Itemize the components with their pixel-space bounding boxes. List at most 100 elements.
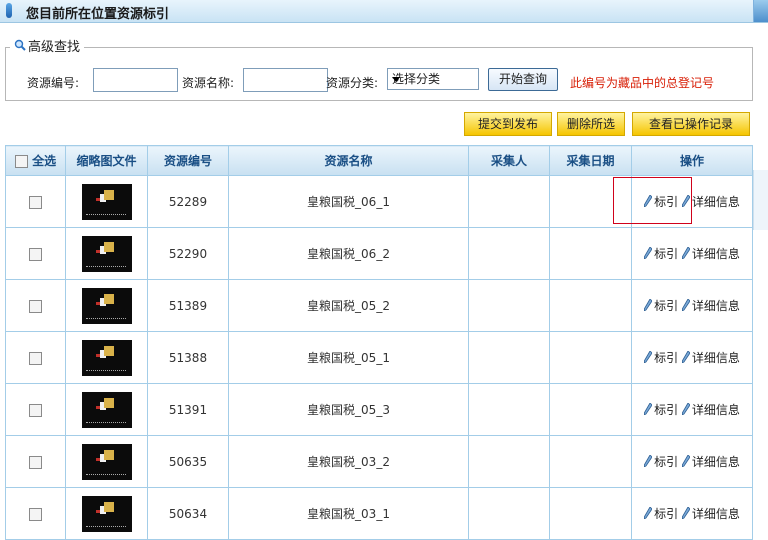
row-select-cell [5,279,66,332]
detail-link[interactable]: 详细信息 [681,454,740,469]
index-link-label: 标引 [654,299,679,313]
advanced-search-label: 高级查找 [28,40,81,55]
resource-name-cell: 皇粮国税_05_1 [228,331,469,384]
table-row: 52290 皇粮国税_06_2 标引 详细信息 [5,227,753,280]
thumbnail-image[interactable] [81,391,132,428]
category-select[interactable]: 选择分类 [387,68,479,90]
view-log-button[interactable]: 查看已操作记录 [632,112,750,136]
collector-cell [468,383,550,436]
select-all-label: 全选 [32,154,57,168]
thumb-cell [65,227,148,280]
resource-id-cell: 52289 [147,175,229,228]
detail-link[interactable]: 详细信息 [681,506,740,521]
index-link[interactable]: 标引 [643,402,679,417]
row-checkbox[interactable] [29,195,42,209]
date-cell [549,227,632,280]
select-all-checkbox[interactable] [14,155,28,168]
thumbnail-image[interactable] [81,183,132,220]
resource-id-label: 资源编号: [27,76,80,90]
row-checkbox[interactable] [29,507,42,521]
pencil-icon [681,246,691,260]
page-title: 您目前所在位置资源标引 [26,7,170,22]
ops-cell: 标引 详细信息 [631,331,753,384]
resource-id-cell: 51388 [147,331,229,384]
resource-name-label: 资源名称: [182,76,235,90]
pencil-icon [681,350,691,364]
thumb-cell [65,435,148,488]
index-link-label: 标引 [654,247,679,261]
row-checkbox[interactable] [29,351,42,365]
detail-link[interactable]: 详细信息 [681,350,740,365]
detail-link-label: 详细信息 [691,351,740,365]
publish-button[interactable]: 提交到发布 [464,112,552,136]
page-title-bar: 您目前所在位置资源标引 [0,0,768,23]
ops-cell: 标引 详细信息 [631,487,753,540]
row-select-cell [5,227,66,280]
resource-id-cell: 51389 [147,279,229,332]
detail-link-label: 详细信息 [691,299,740,313]
detail-link-label: 详细信息 [691,403,740,417]
collector-cell [468,227,550,280]
name-header: 资源名称 [228,145,469,176]
resource-name-cell: 皇粮国税_05_2 [228,279,469,332]
date-header: 采集日期 [549,145,632,176]
title-bar-icon [6,3,12,18]
row-checkbox[interactable] [29,455,42,469]
thumb-cell [65,175,148,228]
row-checkbox[interactable] [29,299,42,313]
pencil-icon [681,298,691,312]
index-link[interactable]: 标引 [643,506,679,521]
collector-cell [468,435,550,488]
index-link-label: 标引 [654,507,679,521]
resource-name-cell: 皇粮国税_06_2 [228,227,469,280]
table-row: 50635 皇粮国税_03_2 标引 详细信息 [5,435,753,488]
start-search-button[interactable]: 开始查询 [488,68,558,91]
date-cell [549,331,632,384]
collector-cell [468,175,550,228]
thumbnail-image[interactable] [81,495,132,532]
index-link[interactable]: 标引 [643,350,678,365]
resource-name-cell: 皇粮国税_06_1 [228,175,469,228]
delete-selected-button[interactable]: 删除所选 [557,112,625,136]
thumbnail-image[interactable] [81,339,132,376]
thumb-cell [65,331,148,384]
scrollbar-top[interactable] [753,0,768,22]
row-checkbox[interactable] [29,403,42,417]
collector-cell [468,331,550,384]
resource-name-cell: 皇粮国税_03_1 [228,487,469,540]
thumb-cell [65,383,148,436]
index-link[interactable]: 标引 [643,298,679,313]
scrollbar-track[interactable] [753,170,768,230]
row-checkbox[interactable] [29,247,42,261]
resource-id-input[interactable] [93,68,178,92]
resource-name-cell: 皇粮国税_05_3 [228,383,469,436]
ops-header: 操作 [631,145,753,176]
ops-cell: 标引 详细信息 [631,383,753,436]
row-select-cell [5,487,66,540]
thumbnail-image[interactable] [81,443,132,480]
date-cell [549,279,632,332]
detail-link[interactable]: 详细信息 [681,298,740,313]
detail-link[interactable]: 详细信息 [681,402,740,417]
id-hint-note: 此编号为藏品中的总登记号 [570,76,715,90]
resource-id-cell: 51391 [147,383,229,436]
index-link-label: 标引 [654,403,679,417]
resource-name-input[interactable] [243,68,328,92]
index-link[interactable]: 标引 [643,246,679,261]
advanced-search-legend: 高级查找 [10,39,85,55]
date-cell [549,435,632,488]
row-select-cell [5,175,66,228]
thumb-cell [65,279,148,332]
detail-link[interactable]: 详细信息 [681,246,740,261]
collector-cell [468,279,550,332]
pencil-icon [643,298,653,312]
row-select-cell [5,435,66,488]
thumbnail-image[interactable] [81,235,132,272]
table-header-row: 全选 缩略图文件 资源编号 资源名称 采集人 采集日期 操作 [5,145,753,176]
select-all-header[interactable]: 全选 [5,145,66,176]
detail-link-label: 详细信息 [691,195,740,209]
index-link[interactable]: 标引 [643,454,678,469]
detail-link-label: 详细信息 [691,455,740,469]
collector-header: 采集人 [468,145,550,176]
thumbnail-image[interactable] [81,287,132,324]
